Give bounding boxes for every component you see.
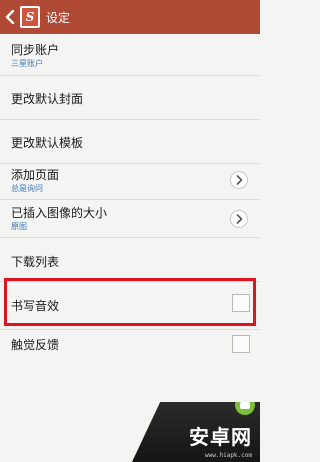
chevron-right-icon xyxy=(236,214,242,224)
setting-label: 已插入图像的大小 xyxy=(11,206,108,220)
setting-detail-button[interactable] xyxy=(230,210,248,228)
setting-subtitle: 总是询问 xyxy=(11,184,43,193)
android-icon xyxy=(235,402,255,415)
highlight-box xyxy=(4,278,256,326)
setting-label: 触觉反馈 xyxy=(11,338,60,352)
setting-download-list[interactable]: 下载列表 xyxy=(0,238,260,282)
setting-inserted-image-size[interactable]: 已插入图像的大小 原图 xyxy=(0,200,260,238)
setting-label: 同步账户 xyxy=(11,43,60,57)
setting-default-cover[interactable]: 更改默认封面 xyxy=(0,76,260,120)
page-title: 设定 xyxy=(46,10,71,25)
setting-subtitle: 三星账户 xyxy=(11,59,43,68)
setting-label: 更改默认封面 xyxy=(11,92,84,106)
setting-haptic-feedback[interactable]: 触觉反馈 xyxy=(0,330,260,366)
setting-add-page[interactable]: 添加页面 总是询问 xyxy=(0,164,260,200)
haptic-feedback-checkbox[interactable] xyxy=(232,335,250,353)
watermark-text: 安卓网 xyxy=(189,425,252,449)
setting-label: 下载列表 xyxy=(11,255,60,269)
setting-subtitle: 原图 xyxy=(11,222,27,231)
back-button[interactable] xyxy=(2,0,18,34)
action-bar: S 设定 xyxy=(0,0,260,34)
watermark-url: www.hiapk.com xyxy=(205,452,252,459)
chevron-right-icon xyxy=(236,175,242,185)
setting-detail-button[interactable] xyxy=(230,171,248,189)
setting-default-template[interactable]: 更改默认模板 xyxy=(0,120,260,164)
app-logo-letter: S xyxy=(22,8,38,26)
setting-sync-account[interactable]: 同步账户 三星账户 xyxy=(0,34,260,76)
setting-label: 更改默认模板 xyxy=(11,136,84,150)
chevron-left-icon xyxy=(5,10,15,24)
app-logo-icon: S xyxy=(20,6,40,28)
watermark: 安卓网 www.hiapk.com xyxy=(132,402,260,462)
setting-label: 添加页面 xyxy=(11,168,60,182)
